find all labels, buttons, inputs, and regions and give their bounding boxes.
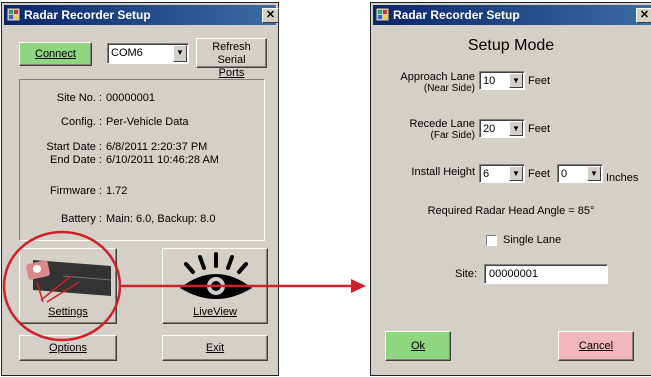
recede-lane-line1: Recede Lane [409,118,475,130]
single-lane-label: Single Lane [503,234,562,246]
firmware-label: Firmware : [50,185,102,197]
chevron-down-icon[interactable]: ▼ [509,166,523,181]
title-bar: Radar Recorder Setup ✕ [4,5,279,25]
connect-button[interactable]: Connect [19,42,92,66]
config-label: Config. : [61,116,102,128]
port-select[interactable]: COM6 ▼ [107,43,189,64]
settings-label: Settings [48,306,88,318]
liveview-label: LiveView [193,306,237,318]
config-value: Per-Vehicle Data [106,116,189,128]
recede-lane-line2: (Far Side) [430,130,475,141]
install-height-label: Install Height [411,166,475,178]
recorder-info-panel: Site No. : 00000001 Config. : Per-Vehicl… [19,79,265,241]
connect-label: Connect [35,48,76,60]
liveview-button[interactable]: LiveView [162,248,268,324]
recede-lane-label: Recede Lane (Far Side) [385,118,475,142]
exit-button[interactable]: Exit [162,335,268,361]
ok-label: Ok [410,340,426,352]
options-button[interactable]: Options [19,335,117,361]
approach-lane-label: Approach Lane (Near Side) [385,71,475,95]
recede-unit: Feet [528,123,551,135]
exit-label: Exit [205,342,225,354]
eye-icon [180,252,252,299]
cancel-label: Cancel [578,340,614,352]
approach-lane-value: 10 [483,75,496,87]
recede-lane-value: 20 [483,123,496,135]
chevron-down-icon[interactable]: ▼ [509,121,523,136]
end-date-value: 6/10/2011 10:46:28 AM [106,154,219,166]
refresh-label-line1: Refresh Serial [212,41,251,66]
recede-lane-select[interactable]: 20 ▼ [479,119,525,138]
cancel-button[interactable]: Cancel [558,331,634,361]
end-date-label: End Date : [50,154,102,166]
site-input[interactable]: 00000001 [484,264,608,284]
window-title: Radar Recorder Setup [393,8,520,22]
install-feet-select[interactable]: 6 ▼ [479,164,525,183]
approach-lane-line2: (Near Side) [423,83,475,94]
approach-unit: Feet [528,75,551,87]
title-bar: Radar Recorder Setup ✕ [373,5,651,25]
chevron-down-icon[interactable]: ▼ [587,166,601,181]
firmware-value: 1.72 [106,185,128,197]
close-icon: ✕ [639,9,650,21]
callout-arrowhead [351,279,366,293]
options-label: Options [49,342,87,354]
install-inches-select[interactable]: 0 ▼ [557,164,603,183]
port-value: COM6 [111,47,143,59]
chevron-down-icon[interactable]: ▼ [509,73,523,88]
install-inches-unit: Inches [606,172,639,184]
site-no-label: Site No. : [56,92,102,104]
app-icon [376,8,389,21]
site-no-value: 00000001 [106,92,155,104]
radar-angle-text: Required Radar Head Angle = 85° [427,205,595,217]
install-feet-value: 6 [483,168,490,180]
site-label: Site: [454,268,477,280]
install-feet-unit: Feet [528,168,551,180]
single-lane-checkbox[interactable] [486,235,497,246]
setup-mode-heading: Setup Mode [467,37,555,54]
window-title: Radar Recorder Setup [24,8,151,22]
app-icon [7,8,20,21]
install-inches-value: 0 [561,168,568,180]
refresh-serial-ports-button[interactable]: Refresh Serial Ports [196,38,267,79]
start-date-value: 6/8/2011 2:20:37 PM [106,141,208,153]
approach-lane-select[interactable]: 10 ▼ [479,71,525,90]
site-value: 00000001 [489,268,538,280]
main-window: Radar Recorder Setup ✕ Connect COM6 ▼ Re… [1,2,279,376]
chevron-down-icon[interactable]: ▼ [173,45,187,62]
approach-lane-line1: Approach Lane [400,71,475,83]
settings-button[interactable]: Settings [19,248,117,324]
start-date-label: Start Date : [46,141,102,153]
close-button[interactable]: ✕ [636,8,651,23]
battery-value: Main: 6.0, Backup: 8.0 [106,213,216,225]
close-icon: ✕ [265,9,276,21]
ok-button[interactable]: Ok [385,331,451,361]
battery-label: Battery : [61,213,102,225]
close-button[interactable]: ✕ [262,8,279,23]
radar-sensor-icon [26,260,112,303]
setup-mode-window: Radar Recorder Setup ✕ Setup Mode Approa… [370,2,651,376]
